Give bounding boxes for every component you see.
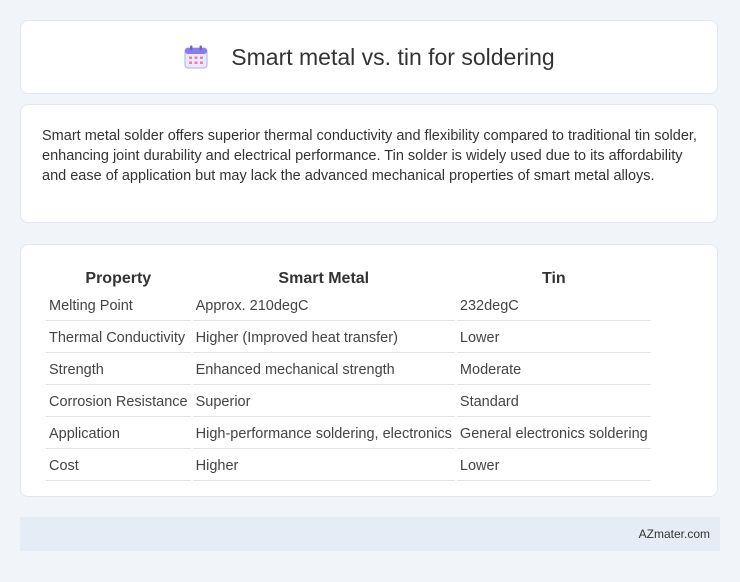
footer-source: AZmater.com (638, 527, 710, 541)
title-card: Smart metal vs. tin for soldering (20, 20, 718, 94)
table-cell: Enhanced mechanical strength (192, 355, 455, 385)
table-cell: Lower (456, 451, 651, 481)
column-header-tin: Tin (541, 270, 566, 287)
calendar-icon (183, 44, 209, 70)
table-cell: Melting Point (46, 291, 191, 321)
table-cell: Moderate (456, 355, 651, 385)
table-row: Corrosion Resistance Superior Standard (46, 387, 651, 417)
column-header-smart-metal: Smart Metal (278, 270, 370, 287)
table-cell: Cost (46, 451, 191, 481)
comparison-table: Property Smart Metal Tin Melting Point A… (44, 265, 653, 483)
table-cell: Application (46, 419, 191, 449)
summary-text: Smart metal solder offers superior therm… (42, 128, 697, 184)
page-title: Smart metal vs. tin for soldering (231, 43, 555, 70)
table-cell: Lower (456, 323, 651, 353)
footer: AZmater.com (20, 517, 720, 551)
table-cell: Superior (192, 387, 455, 417)
table-cell: 232degC (456, 291, 651, 321)
table-row: Cost Higher Lower (46, 451, 651, 481)
table-row: Melting Point Approx. 210degC 232degC (46, 291, 651, 321)
table-cell: Thermal Conductivity (46, 323, 191, 353)
table-row: Thermal Conductivity Higher (Improved he… (46, 323, 651, 353)
table-header-row: Property Smart Metal Tin (46, 267, 651, 289)
comparison-table-card: Property Smart Metal Tin Melting Point A… (20, 244, 718, 497)
table-cell: General electronics soldering (456, 419, 651, 449)
table-cell: Corrosion Resistance (46, 387, 191, 417)
column-header-property: Property (85, 270, 152, 287)
summary-card: Smart metal solder offers superior therm… (20, 104, 718, 223)
table-cell: Strength (46, 355, 191, 385)
table-cell: Standard (456, 387, 651, 417)
table-row: Strength Enhanced mechanical strength Mo… (46, 355, 651, 385)
table-cell: Higher (192, 451, 455, 481)
table-cell: High-performance soldering, electronics (192, 419, 455, 449)
table-cell: Higher (Improved heat transfer) (192, 323, 455, 353)
table-cell: Approx. 210degC (192, 291, 455, 321)
table-row: Application High-performance soldering, … (46, 419, 651, 449)
